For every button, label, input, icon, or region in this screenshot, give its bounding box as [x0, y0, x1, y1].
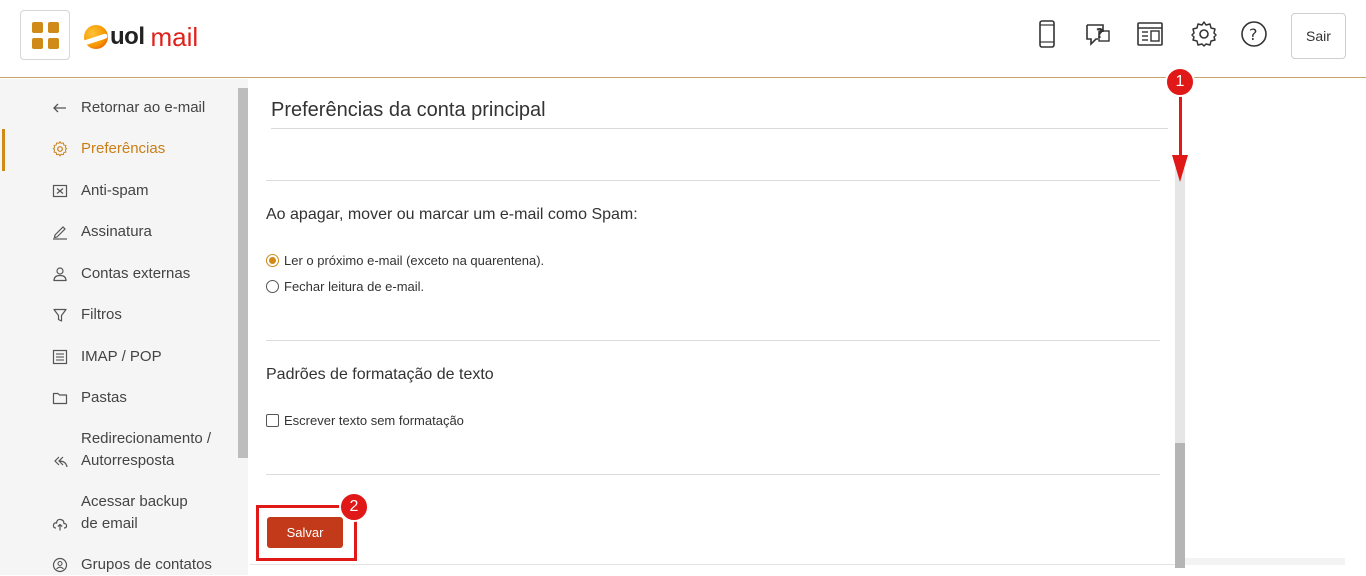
server-icon	[50, 347, 70, 367]
logout-button[interactable]: Sair	[1291, 13, 1346, 59]
sidebar-item-backup[interactable]: Acessar backup de email	[50, 491, 210, 535]
arrow-left-icon	[50, 98, 70, 118]
spam-box-icon	[50, 181, 70, 201]
sidebar-item-signature[interactable]: Assinatura	[50, 221, 230, 243]
sidebar-item-imap-pop[interactable]: IMAP / POP	[50, 346, 230, 368]
sidebar-scrollbar[interactable]	[238, 88, 248, 458]
format-section-title: Padrões de formatação de texto	[266, 366, 494, 383]
radio-close-reading[interactable]: Fechar leitura de e-mail.	[266, 279, 424, 294]
sidebar-item-external-accounts[interactable]: Contas externas	[50, 263, 230, 285]
mobile-icon[interactable]	[1033, 20, 1061, 48]
right-panel-strip	[1185, 558, 1345, 565]
section-divider	[266, 340, 1160, 341]
cloud-upload-icon	[50, 514, 70, 534]
uol-logo-icon	[84, 25, 108, 49]
pen-icon	[50, 222, 70, 242]
filter-icon	[50, 305, 70, 325]
sidebar-item-antispam[interactable]: Anti-spam	[50, 180, 230, 202]
annotation-step-2: 2	[339, 492, 369, 522]
section-divider	[266, 474, 1160, 475]
radio-read-next[interactable]: Ler o próximo e-mail (exceto na quarente…	[266, 253, 544, 268]
settings-gear-icon[interactable]	[1190, 20, 1218, 48]
svg-text:?: ?	[1249, 25, 1258, 44]
group-icon	[50, 555, 70, 575]
newsletter-icon[interactable]	[1136, 20, 1164, 48]
section-divider	[266, 180, 1160, 181]
top-header: uol mail ? ? Sair	[0, 0, 1366, 78]
page-title: Preferências da conta principal	[271, 99, 1168, 129]
sidebar-item-folders[interactable]: Pastas	[50, 387, 230, 409]
apps-menu-button[interactable]	[20, 10, 70, 60]
active-indicator	[2, 129, 5, 171]
preferences-content	[250, 79, 1185, 565]
sidebar-item-preferences[interactable]: Preferências	[50, 138, 230, 160]
radio-button[interactable]	[266, 254, 279, 267]
annotation-step-1: 1	[1165, 67, 1195, 97]
user-icon	[50, 264, 70, 284]
checkbox[interactable]	[266, 414, 279, 427]
help-chat-icon[interactable]: ?	[1083, 20, 1111, 48]
apps-grid-icon	[32, 22, 43, 33]
sidebar-item-redirect[interactable]: Redirecionamento / Autorresposta	[50, 428, 220, 472]
radio-button[interactable]	[266, 280, 279, 293]
annotation-arrow-line	[1179, 95, 1182, 160]
reply-all-icon	[50, 451, 70, 471]
uol-mail-logo[interactable]: uol mail	[84, 22, 198, 52]
folder-icon	[50, 388, 70, 408]
svg-text:?: ?	[1096, 27, 1104, 42]
spam-section-title: Ao apagar, mover ou marcar um e-mail com…	[266, 206, 638, 223]
content-scrollbar[interactable]	[1175, 443, 1185, 568]
help-question-icon[interactable]: ?	[1240, 20, 1268, 48]
checkbox-plain-text[interactable]: Escrever texto sem formatação	[266, 413, 464, 428]
annotation-arrow-head	[1172, 155, 1188, 182]
gear-icon	[50, 139, 70, 159]
sidebar-item-filters[interactable]: Filtros	[50, 304, 230, 326]
sidebar-item-contact-groups[interactable]: Grupos de contatos	[50, 554, 230, 576]
sidebar-item-return[interactable]: Retornar ao e-mail	[50, 97, 230, 119]
